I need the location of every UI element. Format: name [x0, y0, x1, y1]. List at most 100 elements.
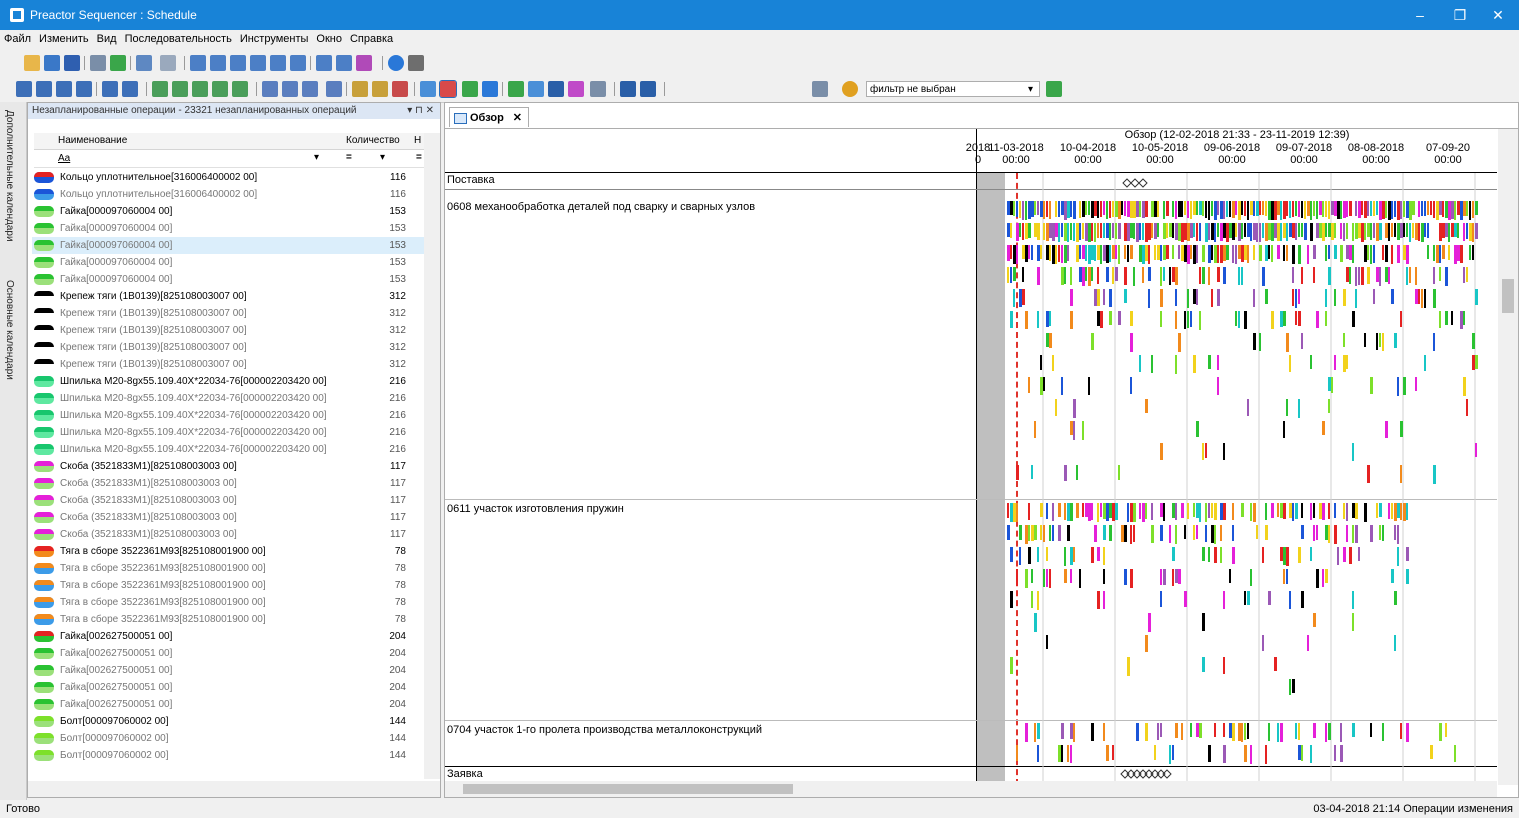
plot-active-icon[interactable] [439, 80, 457, 98]
list-item[interactable]: Гайка[000097060004 00] 153 [32, 203, 424, 220]
apply-filter-icon[interactable] [1046, 81, 1062, 97]
menu-edit[interactable]: Изменить [35, 30, 93, 45]
print-icon[interactable] [90, 55, 106, 71]
minimize-button[interactable]: – [1400, 4, 1440, 26]
list-item[interactable]: Крепеж тяги (1В0139)[825108003007 00] 312 [32, 322, 424, 339]
list-item[interactable]: Кольцо уплотнительное[316006400002 00] 11… [32, 169, 424, 186]
list-item[interactable]: Гайка[002627500051 00] 204 [32, 662, 424, 679]
menu-window[interactable]: Окно [312, 30, 346, 45]
list-item[interactable]: Крепеж тяги (1В0139)[825108003007 00] 312 [32, 288, 424, 305]
undo-icon[interactable] [136, 55, 152, 71]
plot-icon[interactable] [250, 55, 266, 71]
tools-icon[interactable] [356, 55, 372, 71]
options-icon[interactable] [408, 55, 424, 71]
gantt-icon[interactable] [190, 55, 206, 71]
list-item[interactable]: Тяга в сборе 3522361М93[825108001900 00]… [32, 594, 424, 611]
chevron-down-icon[interactable]: ▾ [314, 152, 319, 163]
unlock-icon[interactable] [372, 81, 388, 97]
list-item[interactable]: Гайка[002627500051 00] 204 [32, 679, 424, 696]
search-icon[interactable] [102, 81, 118, 97]
help-icon[interactable] [388, 55, 404, 71]
sequence-forward-icon[interactable] [172, 81, 188, 97]
list-item[interactable]: Гайка[002627500051 00] 204 [32, 696, 424, 713]
scroll-thumb[interactable] [1502, 279, 1514, 313]
menu-sequence[interactable]: Последовательность [121, 30, 236, 45]
list-item[interactable]: Тяга в сборе 3522361М93[825108001900 00]… [32, 611, 424, 628]
gantt-horizontal-scrollbar[interactable] [445, 781, 1497, 797]
chevron-down-icon[interactable]: ▾ [380, 152, 385, 163]
list-item[interactable]: Кольцо уплотнительное[316006400002 00] 11… [32, 186, 424, 203]
list-item[interactable]: Тяга в сборе 3522361М93[825108001900 00]… [32, 543, 424, 560]
list-item[interactable]: Шпилька М20-8gx55.109.40Х*22034-76[00000… [32, 424, 424, 441]
column-header-name[interactable]: Наименование [58, 135, 127, 146]
sequence-custom-icon[interactable] [232, 81, 248, 97]
list-item[interactable]: Гайка[000097060004 00] 153 [32, 254, 424, 271]
list-icon[interactable] [290, 55, 306, 71]
list-item[interactable]: Скоба (3521833М1)[825108003003 00] 117 [32, 475, 424, 492]
reschedule-icon[interactable] [326, 81, 342, 97]
calendar-icon[interactable] [336, 55, 352, 71]
zoom-in-icon[interactable] [56, 81, 72, 97]
filter-icon[interactable] [812, 81, 828, 97]
export-icon[interactable] [620, 81, 636, 97]
list-item[interactable]: Скоба (3521833М1)[825108003003 00] 117 [32, 492, 424, 509]
zoom-out-icon[interactable] [76, 81, 92, 97]
tab-close-button[interactable]: ✕ [513, 108, 522, 128]
list-item[interactable]: Крепеж тяги (1В0139)[825108003007 00] 312 [32, 305, 424, 322]
menu-file[interactable]: Файл [0, 30, 35, 45]
list-item[interactable]: Болт[000097060002 00] 144 [32, 747, 424, 764]
table-icon[interactable] [210, 55, 226, 71]
list-item[interactable]: Тяга в сборе 3522361М93[825108001900 00]… [32, 577, 424, 594]
list-item[interactable]: Шпилька М20-8gx55.109.40Х*22034-76[00000… [32, 407, 424, 424]
quantity-filter[interactable]: = [346, 152, 352, 163]
edit-icon[interactable] [528, 81, 544, 97]
remove-icon[interactable] [392, 81, 408, 97]
scroll-thumb[interactable] [463, 784, 793, 794]
resource-label[interactable]: 0704 участок 1-го пролета производства м… [447, 724, 762, 736]
list-item[interactable]: Скоба (3521833М1)[825108003003 00] 117 [32, 458, 424, 475]
list-item[interactable]: Гайка[000097060004 00] 153 [32, 220, 424, 237]
move-icon[interactable] [282, 81, 298, 97]
confirm-icon[interactable] [508, 81, 524, 97]
check-icon[interactable] [110, 55, 126, 71]
report-icon[interactable] [420, 81, 436, 97]
sequence-priority-icon[interactable] [212, 81, 228, 97]
close-button[interactable]: ✕ [1478, 4, 1518, 26]
list-item[interactable]: Болт[000097060002 00] 144 [32, 713, 424, 730]
list-item[interactable]: Крепеж тяги (1В0139)[825108003007 00] 312 [32, 356, 424, 373]
menu-help[interactable]: Справка [346, 30, 397, 45]
restore-button[interactable]: ❐ [1440, 4, 1480, 26]
list-item[interactable]: Скоба (3521833М1)[825108003003 00] 117 [32, 526, 424, 543]
layout-alt-icon[interactable] [36, 81, 52, 97]
menu-tools[interactable]: Инструменты [236, 30, 313, 45]
gantt-vertical-scrollbar[interactable] [1498, 129, 1518, 785]
list-item[interactable]: Гайка[002627500051 00] 204 [32, 628, 424, 645]
save-as-icon[interactable] [44, 55, 60, 71]
sort-icon[interactable] [302, 81, 318, 97]
column-header-quantity[interactable]: Количество [346, 135, 400, 146]
filter-person-icon[interactable] [842, 81, 858, 97]
resource-label[interactable]: Поставка [447, 174, 495, 186]
list-item[interactable]: Крепеж тяги (1В0139)[825108003007 00] 312 [32, 339, 424, 356]
database-icon[interactable] [548, 81, 564, 97]
list-item[interactable]: Гайка[000097060004 00] 153 [32, 237, 424, 254]
panel-controls[interactable]: ▾ ⊓ ✕ [407, 103, 434, 119]
search-next-icon[interactable] [122, 81, 138, 97]
link-icon[interactable] [482, 81, 498, 97]
sequence-backward-icon[interactable] [192, 81, 208, 97]
list-item[interactable]: Гайка[002627500051 00] 204 [32, 645, 424, 662]
sequence-icon[interactable] [152, 81, 168, 97]
products-icon[interactable] [462, 81, 478, 97]
grid-icon[interactable] [270, 55, 286, 71]
name-filter[interactable]: Aa [58, 153, 70, 164]
open-icon[interactable] [24, 55, 40, 71]
lock-icon[interactable] [352, 81, 368, 97]
list-item[interactable]: Шпилька М20-8gx55.109.40Х*22034-76[00000… [32, 390, 424, 407]
chart-icon[interactable] [230, 55, 246, 71]
save-icon[interactable] [64, 55, 80, 71]
list-item[interactable]: Скоба (3521833М1)[825108003003 00] 117 [32, 509, 424, 526]
column-header-extra[interactable]: Н [414, 135, 421, 146]
compare-icon[interactable] [316, 55, 332, 71]
list-item[interactable]: Шпилька М20-8gx55.109.40Х*22034-76[00000… [32, 441, 424, 458]
list-horizontal-scrollbar[interactable] [28, 781, 440, 797]
